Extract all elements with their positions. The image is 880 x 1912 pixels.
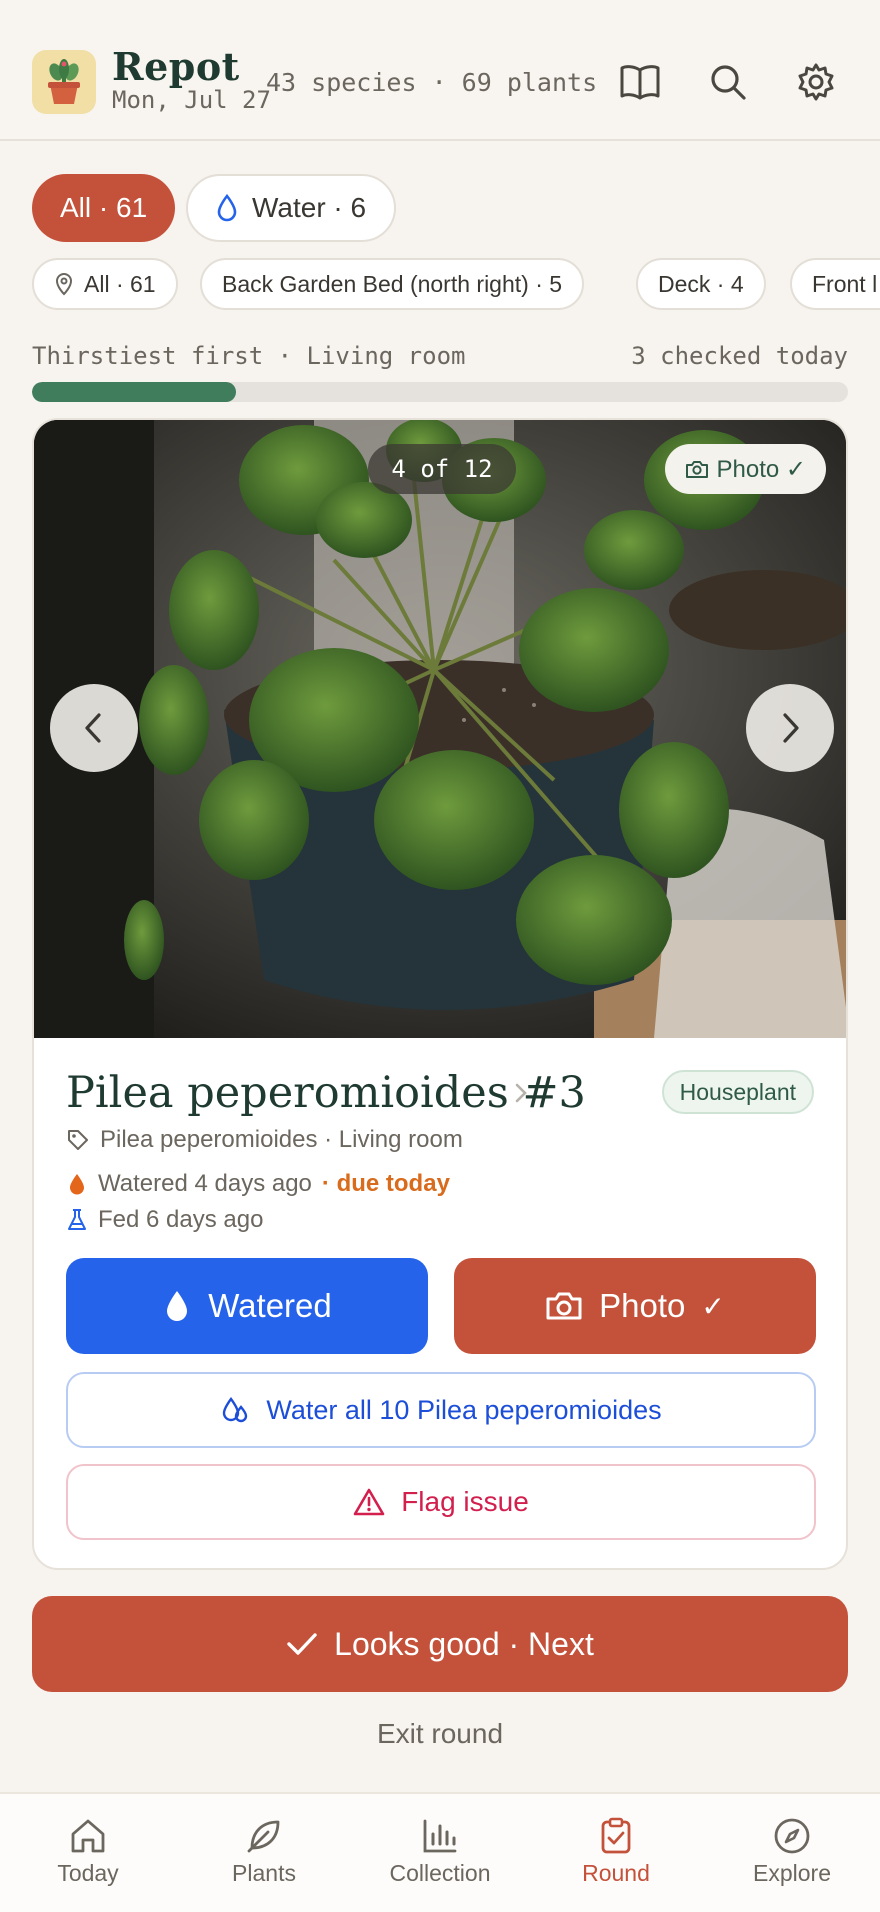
water-drop-icon bbox=[217, 194, 237, 222]
flask-icon bbox=[68, 1209, 86, 1230]
bottom-navigation: Today Plants Collection Round Explore bbox=[0, 1792, 880, 1912]
location-chip-deck[interactable]: Deck · 4 bbox=[636, 258, 766, 310]
nav-explore-label: Explore bbox=[753, 1860, 831, 1886]
flag-issue-button[interactable]: Flag issue bbox=[66, 1464, 816, 1540]
filter-chip-all-label: All · 61 bbox=[60, 192, 148, 223]
header-date: Mon, Jul 27 bbox=[112, 86, 271, 114]
nav-round[interactable]: Round bbox=[528, 1794, 704, 1912]
warning-icon bbox=[353, 1488, 385, 1516]
species-line: Pilea peperomioides · Living room bbox=[66, 1126, 463, 1154]
exit-round-button[interactable]: Exit round bbox=[0, 1718, 880, 1750]
nav-plants[interactable]: Plants bbox=[176, 1794, 352, 1912]
round-info: Thirstiest first · Living room 3 checked… bbox=[32, 342, 848, 370]
location-chip-back-garden[interactable]: Back Garden Bed (north right) · 5 bbox=[200, 258, 585, 310]
location-chip-deck-label: Deck · 4 bbox=[658, 270, 744, 297]
chevron-right-icon bbox=[783, 713, 799, 743]
water-drop-icon bbox=[70, 1174, 84, 1195]
app-header: Repot Mon, Jul 27 43 species · 69 plants bbox=[0, 0, 880, 141]
photo-status-badge[interactable]: Photo ✓ bbox=[664, 444, 826, 494]
location-chip-back-garden-label: Back Garden Bed (north right) · 5 bbox=[222, 270, 563, 297]
round-progress-fill bbox=[32, 382, 236, 402]
water-all-button[interactable]: Water all 10 Pilea peperomioides bbox=[66, 1372, 816, 1448]
nav-today-label: Today bbox=[57, 1860, 119, 1886]
nav-collection-label: Collection bbox=[389, 1860, 491, 1886]
home-icon bbox=[71, 1819, 105, 1853]
species-text: Pilea peperomioides · Living room bbox=[100, 1126, 463, 1153]
sort-label: Thirstiest first · Living room bbox=[32, 342, 466, 370]
check-icon bbox=[287, 1633, 317, 1655]
compass-icon bbox=[774, 1818, 810, 1854]
filter-chip-water[interactable]: Water · 6 bbox=[186, 174, 397, 242]
filter-chip-water-label: Water · 6 bbox=[252, 192, 367, 223]
photo-button[interactable]: Photo ✓ bbox=[454, 1258, 816, 1354]
location-chip-front-label: Front l bbox=[812, 270, 878, 297]
location-chip-all[interactable]: All · 61 bbox=[32, 258, 178, 310]
search-icon[interactable] bbox=[704, 58, 752, 106]
category-tag: Houseplant bbox=[661, 1070, 814, 1114]
plant-card: 4 of 12 Photo ✓ Pilea peperomioides #3 H… bbox=[32, 418, 848, 1570]
nav-explore[interactable]: Explore bbox=[704, 1794, 880, 1912]
checked-count: 3 checked today bbox=[631, 342, 848, 370]
nav-plants-label: Plants bbox=[232, 1860, 296, 1886]
chevron-left-icon bbox=[85, 713, 101, 743]
check-icon: ✓ bbox=[701, 1290, 725, 1322]
plant-photo[interactable]: 4 of 12 Photo ✓ bbox=[34, 420, 846, 1038]
flag-issue-label: Flag issue bbox=[401, 1486, 529, 1517]
due-text: · due today bbox=[321, 1170, 450, 1197]
prev-photo-button[interactable] bbox=[50, 684, 138, 772]
filter-chip-all[interactable]: All · 61 bbox=[32, 174, 176, 242]
nav-round-label: Round bbox=[582, 1860, 650, 1886]
round-progress-bar bbox=[32, 382, 848, 402]
gear-icon[interactable] bbox=[792, 58, 840, 106]
watered-status: Watered 4 days ago · due today bbox=[66, 1170, 450, 1198]
looks-good-next-button[interactable]: Looks good · Next bbox=[32, 1596, 848, 1692]
camera-icon bbox=[685, 461, 708, 478]
nav-collection[interactable]: Collection bbox=[352, 1794, 528, 1912]
fed-status: Fed 6 days ago bbox=[66, 1206, 263, 1234]
location-chip-front[interactable]: Front l bbox=[790, 258, 880, 310]
photo-button-label: Photo bbox=[599, 1287, 686, 1324]
book-icon[interactable] bbox=[616, 58, 664, 106]
app-logo bbox=[32, 50, 96, 114]
leaf-icon bbox=[247, 1820, 280, 1853]
photo-counter: 4 of 12 bbox=[368, 444, 516, 494]
water-drop-icon bbox=[167, 1291, 188, 1321]
next-photo-button[interactable] bbox=[746, 684, 834, 772]
tag-icon bbox=[68, 1130, 88, 1150]
looks-good-next-label: Looks good · Next bbox=[334, 1625, 594, 1662]
fed-text: Fed 6 days ago bbox=[98, 1206, 264, 1233]
bar-chart-icon bbox=[423, 1819, 457, 1853]
collection-stats: 43 species · 69 plants bbox=[266, 68, 598, 97]
chevron-right-icon[interactable] bbox=[514, 1082, 528, 1104]
location-pin-icon bbox=[55, 272, 73, 296]
water-drops-icon bbox=[223, 1397, 248, 1423]
nav-today[interactable]: Today bbox=[0, 1794, 176, 1912]
app-title: Repot bbox=[112, 44, 240, 89]
potted-plant-icon bbox=[48, 59, 80, 104]
location-chip-all-label: All · 61 bbox=[84, 270, 156, 297]
water-all-label: Water all 10 Pilea peperomioides bbox=[266, 1394, 662, 1425]
photo-badge-label: Photo ✓ bbox=[716, 455, 807, 483]
watered-text: Watered 4 days ago bbox=[98, 1170, 312, 1197]
watered-button-label: Watered bbox=[208, 1287, 332, 1324]
camera-icon bbox=[546, 1292, 582, 1320]
watered-button[interactable]: Watered bbox=[66, 1258, 428, 1354]
plant-name[interactable]: Pilea peperomioides #3 bbox=[66, 1068, 586, 1118]
clipboard-check-icon bbox=[601, 1817, 631, 1854]
